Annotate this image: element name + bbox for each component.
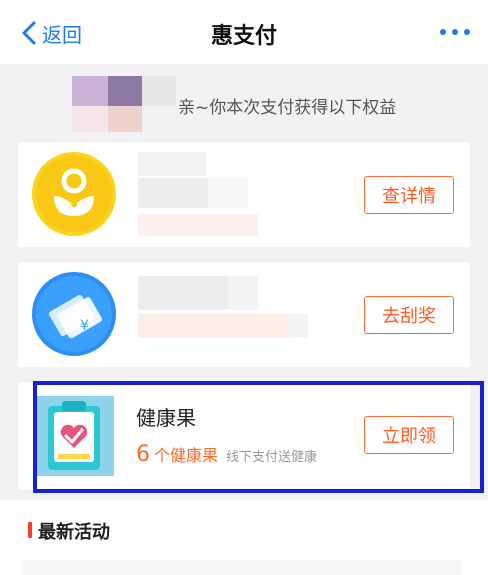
svg-text:¥: ¥ xyxy=(80,318,89,334)
health-fruit-note: 线下支付送健康 xyxy=(226,450,318,465)
more-dot xyxy=(464,29,470,35)
benefit-card-coin[interactable]: 查详情 xyxy=(18,142,470,247)
nav-bar: 返回 惠支付 xyxy=(0,0,488,64)
health-fruit-count: 6 xyxy=(136,442,150,467)
health-fruit-unit: 个健康果 xyxy=(154,446,219,465)
view-details-button[interactable]: 查详情 xyxy=(364,176,454,214)
benefit-card-scratch[interactable]: ¥ 去刮奖 xyxy=(18,262,470,367)
scratch-prize-button[interactable]: 去刮奖 xyxy=(364,296,454,334)
health-clipboard-heart-icon xyxy=(30,392,118,480)
more-button[interactable] xyxy=(440,24,470,40)
page-title: 惠支付 xyxy=(210,24,277,49)
benefits-text: 亲~你本次支付获得以下权益 xyxy=(178,98,397,118)
claim-now-button[interactable]: 立即领 xyxy=(364,416,454,454)
health-fruit-summary: 6 个健康果 线下支付送健康 xyxy=(136,442,317,467)
benefit-card-health-fruit[interactable]: 健康果 6 个健康果 线下支付送健康 立即领 xyxy=(18,382,470,490)
health-fruit-title: 健康果 xyxy=(136,406,196,430)
section-title: 最新活动 xyxy=(38,522,110,543)
latest-activities-section: 最新活动 xyxy=(0,500,488,575)
gold-coin-flower-icon xyxy=(30,150,118,238)
blue-scratch-card-icon: ¥ xyxy=(30,270,118,358)
benefits-header: 亲~你本次支付获得以下权益 xyxy=(0,64,488,144)
activity-list-placeholder xyxy=(22,560,462,575)
more-dots-icon xyxy=(440,29,446,35)
more-dot xyxy=(452,29,458,35)
avatar xyxy=(72,76,182,132)
page: 返回 惠支付 亲~你本次支付获得以下权益 查详情 ¥ 去刮奖 健康果 6 个健康… xyxy=(0,0,488,575)
section-marker xyxy=(28,522,32,538)
